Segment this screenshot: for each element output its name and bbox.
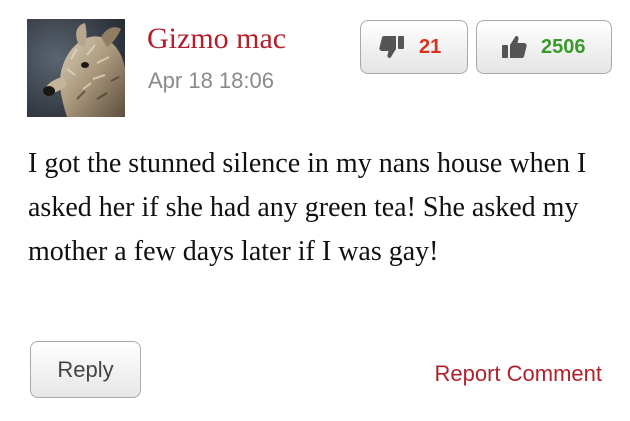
thumbs-up-icon <box>502 35 527 58</box>
dislike-count: 21 <box>419 36 442 58</box>
comment-timestamp: Apr 18 18:06 <box>148 68 274 93</box>
comment-body: I got the stunned silence in my nans hou… <box>28 148 587 267</box>
dislike-button[interactable]: 21 <box>360 20 468 74</box>
reply-button[interactable]: Reply <box>30 341 141 398</box>
dog-avatar-image <box>27 19 125 117</box>
like-count: 2506 <box>541 36 586 58</box>
author-name[interactable]: Gizmo mac <box>147 21 286 57</box>
report-comment-link[interactable]: Report Comment <box>434 360 602 388</box>
like-button[interactable]: 2506 <box>476 20 612 74</box>
thumbs-down-icon <box>379 36 404 59</box>
comment-card: Gizmo mac Apr 18 18:06 21 2506 I got the… <box>0 0 630 421</box>
avatar[interactable] <box>27 19 125 117</box>
